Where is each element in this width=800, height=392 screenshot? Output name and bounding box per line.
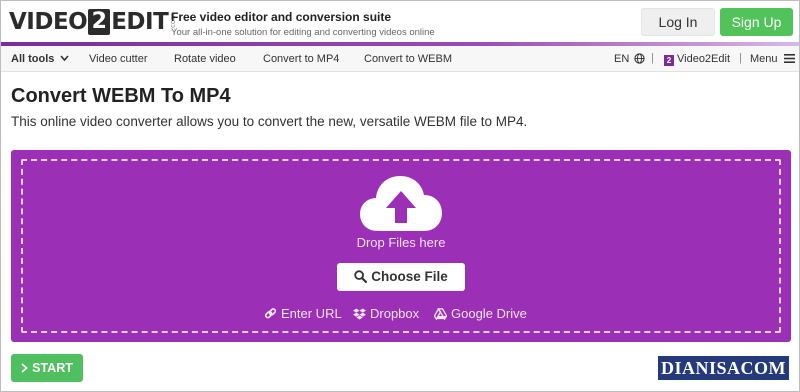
logo-text-edit: EDIT (111, 9, 169, 35)
choose-file-label: Choose File (371, 269, 448, 284)
language-label: EN (614, 53, 630, 65)
tools-nav: All tools Video cutter Rotate video Conv… (1, 46, 799, 72)
google-drive-option[interactable]: Google Drive (433, 306, 527, 321)
hamburger-icon (783, 54, 795, 63)
choose-file-button[interactable]: Choose File (337, 263, 465, 291)
google-drive-label: Google Drive (451, 306, 527, 321)
tagline-subtitle: Your all-in-one solution for editing and… (171, 27, 435, 38)
start-button[interactable]: START (11, 354, 83, 382)
nav-convert-to-webm[interactable]: Convert to WEBM (364, 53, 452, 65)
dropbox-icon (353, 308, 366, 320)
nav-rotate-video[interactable]: Rotate video (174, 53, 236, 65)
tagline-title: Free video editor and conversion suite (171, 10, 392, 24)
site-logo[interactable]: VIDEO 2 EDIT .com (9, 7, 177, 37)
drop-files-text: Drop Files here (356, 235, 446, 250)
brand-badge-icon: 2 (664, 55, 674, 66)
dropbox-label: Dropbox (370, 306, 420, 321)
menu-label: Menu (750, 53, 778, 65)
site-header: VIDEO 2 EDIT .com Free video editor and … (1, 1, 799, 43)
globe-icon (634, 53, 645, 64)
cloud-upload-icon (360, 176, 442, 231)
tagline: Free video editor and conversion suite Y… (171, 10, 435, 38)
brand-label: Video2Edit (677, 53, 731, 65)
google-drive-icon (433, 307, 448, 321)
chevron-right-icon (21, 363, 28, 373)
signup-button[interactable]: Sign Up (720, 8, 793, 36)
dropbox-option[interactable]: Dropbox (353, 306, 419, 321)
nav-convert-to-mp4[interactable]: Convert to MP4 (263, 53, 339, 65)
nav-divider: | (651, 52, 654, 64)
page-title: Convert WEBM To MP4 (11, 85, 231, 107)
start-label: START (32, 361, 73, 375)
logo-text-2: 2 (88, 9, 111, 35)
enter-url-option[interactable]: Enter URL (264, 306, 342, 321)
page-description: This online video converter allows you t… (11, 114, 528, 129)
login-button[interactable]: Log In (641, 8, 715, 36)
search-icon (354, 270, 368, 284)
nav-divider: | (739, 52, 742, 64)
all-tools-label: All tools (11, 53, 55, 65)
nav-video-cutter[interactable]: Video cutter (89, 53, 148, 65)
enter-url-label: Enter URL (281, 306, 342, 321)
chevron-down-icon (60, 55, 70, 62)
all-tools-dropdown[interactable]: All tools (11, 53, 70, 65)
brand-link[interactable]: 2 Video2Edit (664, 53, 730, 66)
watermark-badge: DIANISACOM (658, 356, 789, 380)
menu-button[interactable]: Menu (750, 53, 795, 65)
language-selector[interactable]: EN (614, 53, 645, 65)
logo-text-video: VIDEO (9, 9, 88, 35)
link-icon (264, 308, 277, 319)
